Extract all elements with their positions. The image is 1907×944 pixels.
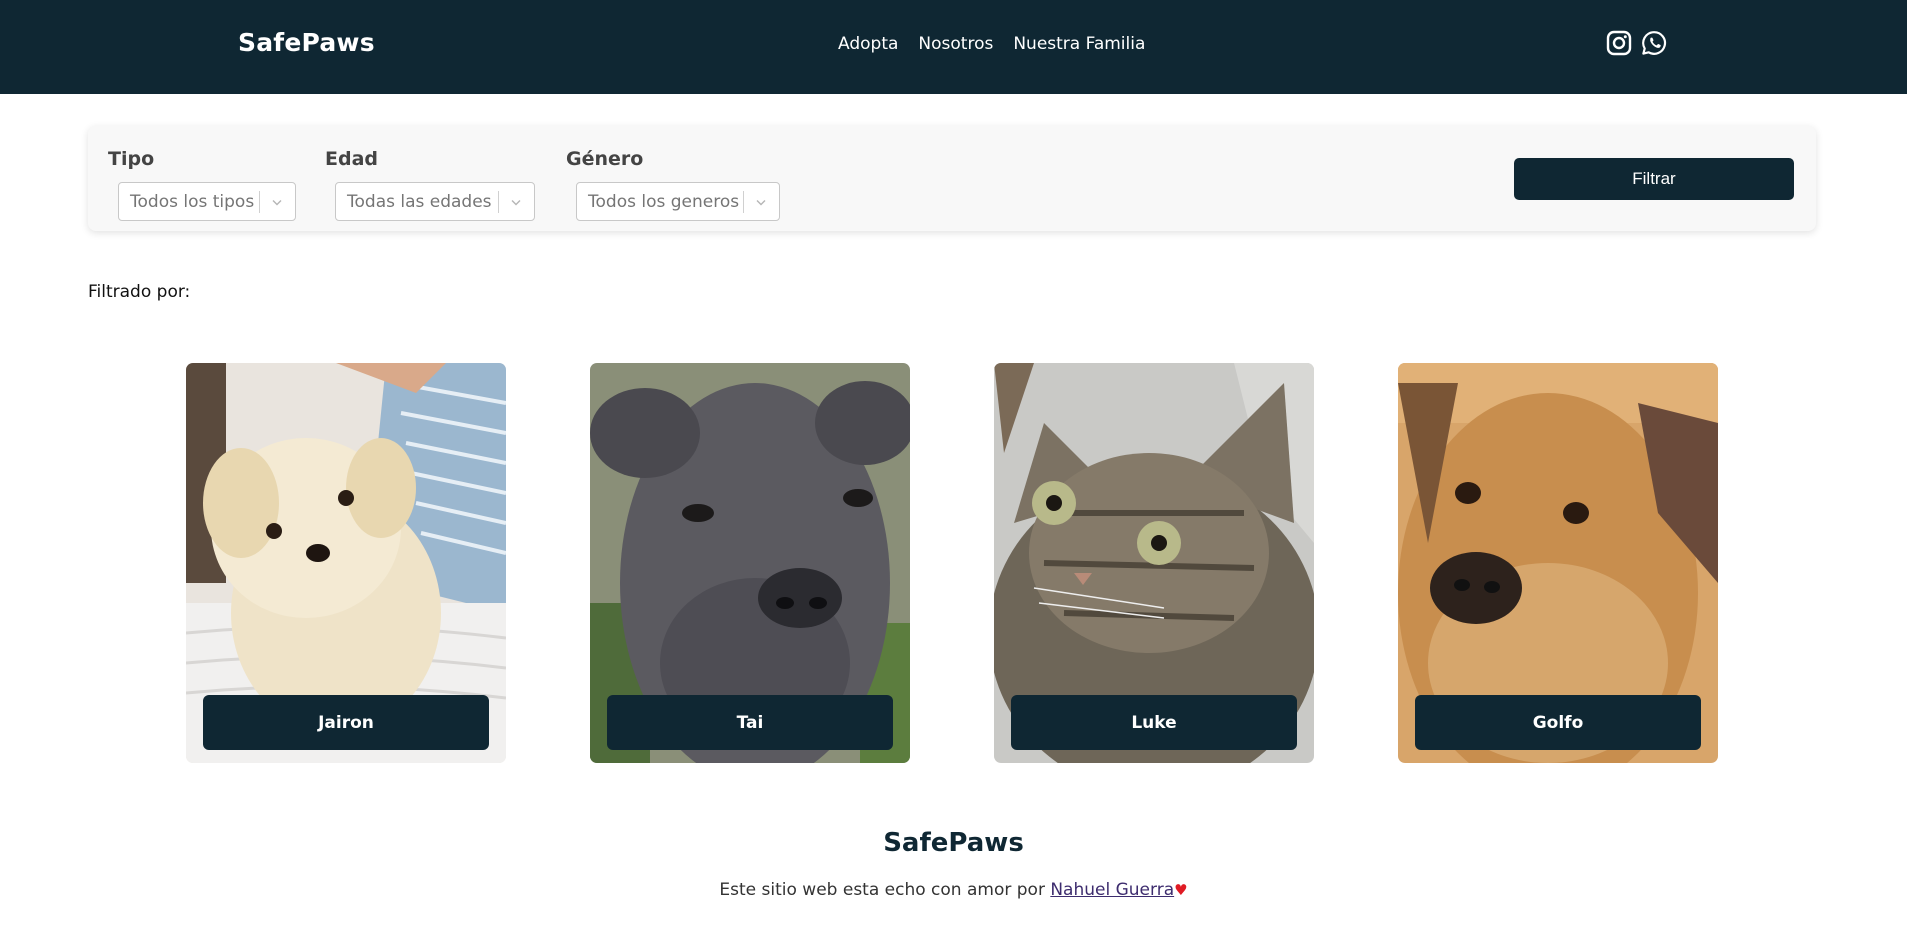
filter-group-tipo: Tipo Todos los tipos	[108, 148, 296, 221]
pet-card-luke[interactable]: Luke	[994, 363, 1314, 763]
filter-label-edad: Edad	[325, 148, 379, 170]
pet-name-button[interactable]: Luke	[1011, 695, 1297, 750]
footer-text: Este sitio web esta echo con amor por	[719, 880, 1051, 900]
filter-group-genero: Género Todos los generos	[566, 148, 780, 221]
author-link[interactable]: Nahuel Guerra	[1050, 880, 1174, 900]
select-tipo-value: Todos los tipos	[130, 191, 255, 212]
filtered-by-label: Filtrado por:	[88, 282, 191, 302]
filter-label-genero: Género	[566, 148, 644, 170]
nav-links: Adopta Nosotros Nuestra Familia	[838, 34, 1145, 54]
pet-name-button[interactable]: Tai	[607, 695, 893, 750]
footer-credits: Este sitio web esta echo con amor por Na…	[0, 880, 1907, 900]
nav-link-nuestra-familia[interactable]: Nuestra Familia	[1013, 34, 1145, 54]
social-links	[1606, 30, 1667, 56]
select-edad-value: Todas las edades	[347, 191, 492, 212]
filter-group-edad: Edad Todas las edades	[325, 148, 535, 221]
footer-title: SafePaws	[883, 828, 1024, 858]
select-genero[interactable]: Todos los generos	[576, 182, 780, 221]
heart-icon: ♥	[1174, 881, 1188, 899]
chevron-down-icon[interactable]	[753, 194, 769, 210]
select-tipo[interactable]: Todos los tipos	[118, 182, 296, 221]
whatsapp-icon[interactable]	[1641, 30, 1667, 56]
navbar: SafePaws Adopta Nosotros Nuestra Familia	[0, 0, 1907, 94]
pet-card-tai[interactable]: Tai	[590, 363, 910, 763]
pet-name-button[interactable]: Jairon	[203, 695, 489, 750]
select-genero-value: Todos los generos	[588, 191, 740, 212]
nav-link-adopta[interactable]: Adopta	[838, 34, 898, 54]
chevron-down-icon[interactable]	[269, 194, 285, 210]
filter-panel: Tipo Todos los tipos Edad Todas las edad…	[88, 126, 1816, 231]
select-separator	[743, 191, 744, 213]
select-separator	[259, 191, 260, 213]
filter-label-tipo: Tipo	[108, 148, 155, 170]
filter-button[interactable]: Filtrar	[1514, 158, 1794, 200]
chevron-down-icon[interactable]	[508, 194, 524, 210]
select-separator	[498, 191, 499, 213]
pet-card-golfo[interactable]: Golfo	[1398, 363, 1718, 763]
instagram-icon[interactable]	[1606, 30, 1632, 56]
select-edad[interactable]: Todas las edades	[335, 182, 535, 221]
nav-link-nosotros[interactable]: Nosotros	[918, 34, 993, 54]
brand-logo[interactable]: SafePaws	[238, 28, 375, 57]
pet-name-button[interactable]: Golfo	[1415, 695, 1701, 750]
pet-card-jairon[interactable]: Jairon	[186, 363, 506, 763]
